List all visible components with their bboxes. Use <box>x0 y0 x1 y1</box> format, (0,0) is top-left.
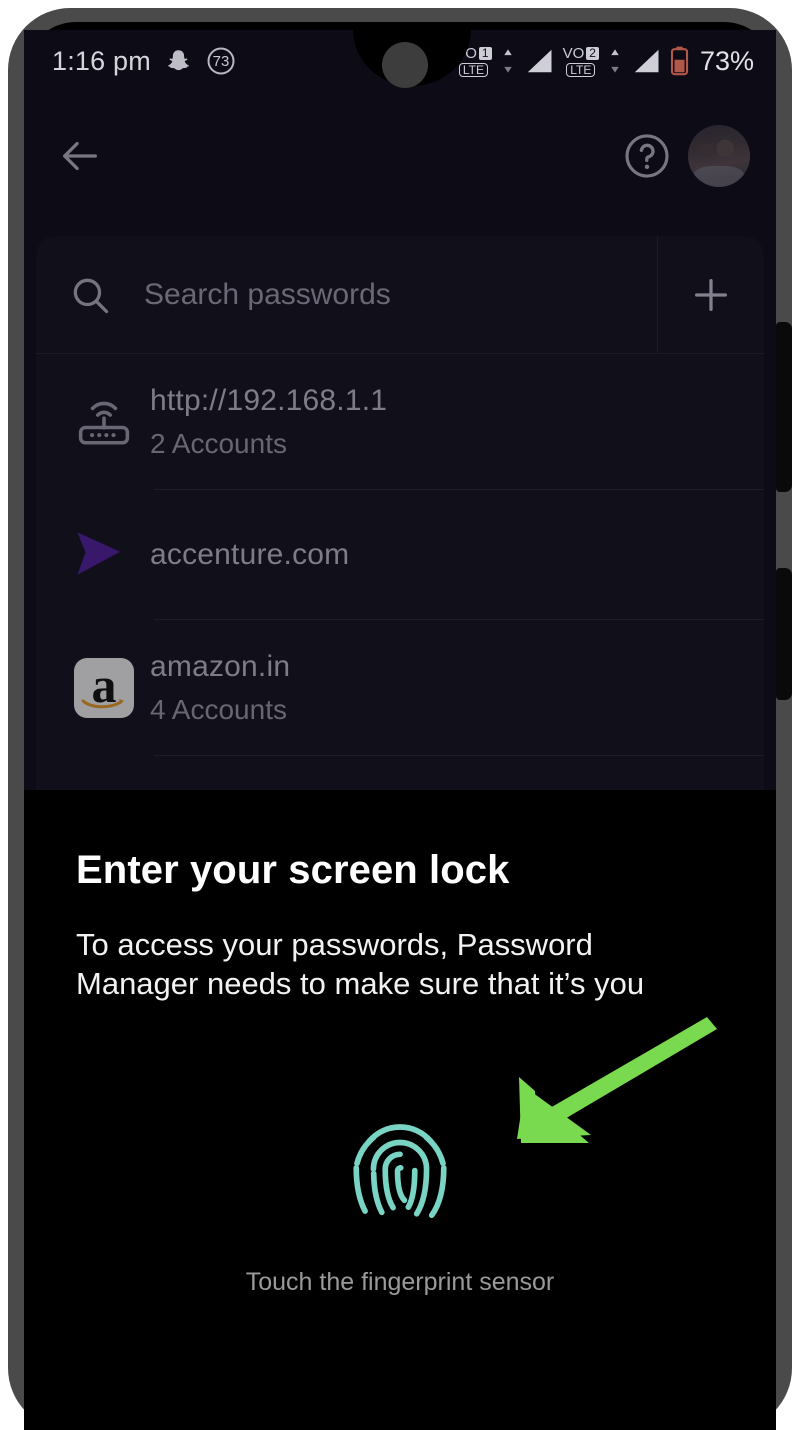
list-item-text: amazon.in 4 Accounts <box>150 650 290 726</box>
list-item-text: accenture.com <box>150 538 349 572</box>
data-transfer-icon <box>503 49 512 73</box>
sleep-timer-73-icon: 73 <box>206 46 236 76</box>
status-bar-left: 1:16 pm 73 <box>52 46 236 77</box>
fingerprint-icon[interactable] <box>341 1108 459 1236</box>
volume-button[interactable] <box>776 568 792 700</box>
battery-icon <box>670 46 689 76</box>
list-item[interactable]: accenture.com <box>36 490 764 620</box>
fingerprint-caption: Touch the fingerprint sensor <box>245 1268 555 1296</box>
snapchat-icon <box>167 49 189 70</box>
password-manager-app: 1:16 pm 73 VO 1 LTE VO 2 LTE 73% Search … <box>24 30 776 790</box>
volte-sim2-network: LTE <box>566 62 596 77</box>
list-item-title: amazon.in <box>150 650 291 683</box>
list-item-text: http://192.168.1.1 2 Accounts <box>150 384 387 460</box>
volte-sim1-badge: 1 <box>478 46 492 60</box>
list-item[interactable]: http://192.168.1.1 2 Accounts <box>36 354 764 490</box>
amazon-smile-icon <box>81 699 124 709</box>
volte-sim2-icon: VO 2 LTE <box>563 46 599 77</box>
volte-sim2-label: VO <box>562 44 585 62</box>
signal-bars-sim1-icon <box>527 49 552 73</box>
back-button[interactable] <box>50 126 110 186</box>
battery-percent-label: 73% <box>699 45 754 76</box>
biometric-prompt-sheet: Enter your screen lock To access your pa… <box>24 790 776 1430</box>
sleep-timer-value: 73 <box>212 52 230 70</box>
phone-screen: 1:16 pm 73 VO 1 LTE VO 2 LTE 73% Search … <box>24 30 776 1430</box>
password-list-card: http://192.168.1.1 2 Accounts accenture.… <box>36 236 764 790</box>
status-bar: 1:16 pm 73 VO 1 LTE VO 2 LTE 73% <box>24 30 776 92</box>
accenture-logo-icon <box>58 519 150 591</box>
list-item-subtitle: 4 Accounts <box>150 694 287 725</box>
prompt-description: To access your passwords, Password Manag… <box>76 927 645 1002</box>
avatar-collar <box>694 165 744 187</box>
amazon-tile: a <box>74 658 134 718</box>
add-password-button[interactable] <box>658 236 764 354</box>
power-button[interactable] <box>776 322 792 492</box>
signal-bars-sim2-icon <box>634 49 659 73</box>
list-item-subtitle: 2 Accounts <box>150 428 287 459</box>
data-transfer-sim2-icon <box>611 49 619 73</box>
fingerprint-zone[interactable]: Touch the fingerprint sensor <box>24 1108 776 1297</box>
amazon-logo-icon: a <box>58 652 150 724</box>
volte-sim1-label: VO <box>455 44 477 62</box>
help-circle-icon <box>625 134 669 178</box>
list-divider <box>154 755 764 756</box>
list-item[interactable]: a amazon.in 4 Accounts <box>36 620 764 756</box>
volte-sim1-icon: VO 1 LTE <box>455 44 492 77</box>
page-title: Enter your screen lock <box>76 848 510 892</box>
list-item-title: accenture.com <box>150 538 350 571</box>
avatar[interactable] <box>688 125 750 187</box>
volte-sim1-network: LTE <box>458 62 488 77</box>
volte-sim2-badge: 2 <box>586 46 599 60</box>
help-button[interactable] <box>616 125 678 187</box>
search-bar[interactable] <box>36 236 764 354</box>
status-bar-right: VO 1 LTE VO 2 LTE 73% <box>431 46 754 77</box>
router-icon <box>58 386 150 458</box>
back-arrow-icon <box>63 141 97 171</box>
app-header <box>24 92 776 220</box>
search-icon <box>36 273 144 317</box>
plus-icon <box>694 278 728 311</box>
list-item-title: http://192.168.1.1 <box>150 384 388 417</box>
search-input[interactable] <box>144 277 657 312</box>
status-time: 1:16 pm <box>52 45 151 76</box>
notification-dot-icon <box>431 56 441 66</box>
